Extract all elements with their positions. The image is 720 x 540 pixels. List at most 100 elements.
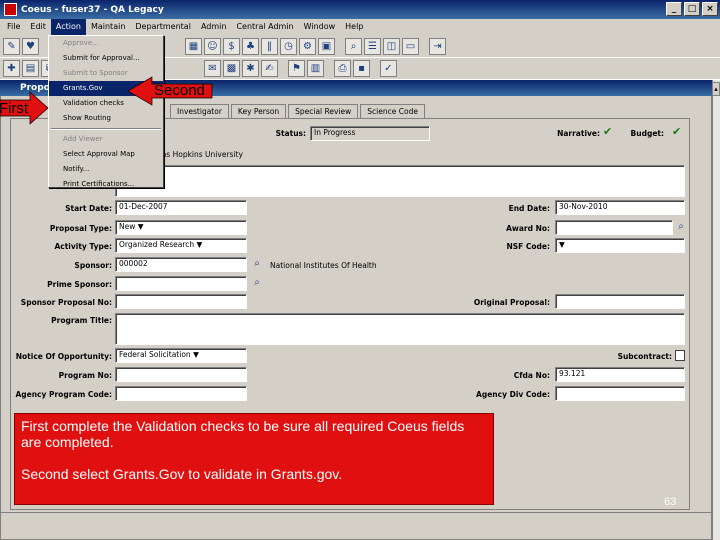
- scroll-up-icon[interactable]: ▴: [712, 82, 720, 96]
- menu-file[interactable]: File: [2, 19, 25, 35]
- activity-type-value: Organized Research: [119, 240, 195, 249]
- menu-item-approve[interactable]: Approve...: [49, 36, 163, 51]
- dollar-icon[interactable]: $: [223, 38, 240, 55]
- original-proposal-label: Original Proposal:: [473, 298, 550, 307]
- menu-edit[interactable]: Edit: [25, 19, 51, 35]
- second-label: Second: [154, 82, 205, 99]
- menu-item-notify[interactable]: Notify...: [49, 162, 163, 177]
- menu-help[interactable]: Help: [340, 19, 368, 35]
- menu-item-add-viewer[interactable]: Add Viewer: [49, 132, 163, 147]
- tab-key-person[interactable]: Key Person: [230, 104, 287, 118]
- save-icon[interactable]: ▪: [353, 60, 370, 77]
- narrative-label: Narrative:: [557, 129, 600, 138]
- settings-icon[interactable]: ⚙: [299, 38, 316, 55]
- program-no-field[interactable]: [115, 367, 247, 382]
- cfda-no-label: Cfda No:: [513, 371, 550, 380]
- note-icon[interactable]: ✍: [261, 60, 278, 77]
- menu-bar: File Edit Action Maintain Departmental A…: [0, 19, 720, 35]
- org-icon[interactable]: ♣: [242, 38, 259, 55]
- slide-page-number: 63: [664, 496, 677, 508]
- nsf-code-select[interactable]: ▼: [555, 238, 685, 253]
- nsf-code-label: NSF Code:: [506, 242, 550, 251]
- search-icon[interactable]: ⌕: [674, 220, 688, 234]
- agency-program-code-label: Agency Program Code:: [15, 390, 112, 399]
- menu-item-select-approval-map[interactable]: Select Approval Map: [49, 147, 163, 162]
- subcontract-checkbox[interactable]: [675, 350, 685, 361]
- notice-of-opportunity-select[interactable]: Federal Solicitation ▼: [115, 348, 247, 363]
- sponsor-name: National Institutes Of Health: [270, 261, 377, 270]
- menu-departmental[interactable]: Departmental: [130, 19, 196, 35]
- chevron-down-icon[interactable]: ▼: [559, 240, 565, 249]
- status-bar: [0, 512, 712, 528]
- status-label: Status:: [275, 129, 306, 138]
- end-date-field[interactable]: 30-Nov-2010: [555, 200, 685, 215]
- start-date-field[interactable]: 01-Dec-2007: [115, 200, 247, 215]
- menu-window[interactable]: Window: [299, 19, 341, 35]
- status-field: In Progress: [310, 126, 430, 141]
- activity-type-select[interactable]: Organized Research ▼: [115, 238, 247, 253]
- prime-sponsor-field[interactable]: [115, 276, 247, 291]
- agency-div-code-label: Agency Div Code:: [476, 390, 550, 399]
- search-icon[interactable]: ⌕: [250, 257, 264, 271]
- instruction-callout: First complete the Validation checks to …: [14, 413, 494, 505]
- columns-icon[interactable]: ‖: [261, 38, 278, 55]
- edit-icon[interactable]: ✎: [3, 38, 20, 55]
- tab-special-review[interactable]: Special Review: [288, 104, 359, 118]
- clock-icon[interactable]: ◷: [280, 38, 297, 55]
- print-icon[interactable]: ⎙: [334, 60, 351, 77]
- monitor-icon[interactable]: ▣: [318, 38, 335, 55]
- tab-science-code[interactable]: Science Code: [360, 104, 425, 118]
- chevron-down-icon[interactable]: ▼: [193, 350, 199, 359]
- menu-central-admin[interactable]: Central Admin: [231, 19, 298, 35]
- cfda-no-field[interactable]: 93.121: [555, 367, 685, 382]
- vertical-scrollbar[interactable]: [712, 80, 720, 540]
- sponsor-code-field[interactable]: 000002: [115, 257, 247, 272]
- agency-program-code-field[interactable]: [115, 386, 247, 401]
- sponsor-label: Sponsor:: [74, 261, 112, 270]
- menu-action[interactable]: Action: [50, 19, 86, 35]
- doc-icon[interactable]: ▥: [307, 60, 324, 77]
- star-icon[interactable]: ✱: [242, 60, 259, 77]
- close-button[interactable]: ×: [702, 2, 718, 16]
- coeus-app-icon: [4, 3, 17, 16]
- window-icon[interactable]: ▭: [402, 38, 419, 55]
- chevron-down-icon[interactable]: ▼: [138, 222, 144, 231]
- heart-icon[interactable]: ♥: [22, 38, 39, 55]
- first-label: First: [0, 100, 28, 117]
- chevron-down-icon[interactable]: ▼: [197, 240, 203, 249]
- menu-item-print-certifications[interactable]: Print Certifications...: [49, 177, 163, 192]
- menu-maintain[interactable]: Maintain: [86, 19, 130, 35]
- notice-of-opportunity-value: Federal Solicitation: [119, 350, 191, 359]
- maximize-button[interactable]: □: [684, 2, 700, 16]
- annotation-arrows: [0, 76, 213, 125]
- start-date-label: Start Date:: [65, 204, 112, 213]
- narrative-check-icon: ✔: [603, 125, 613, 138]
- sponsor-proposal-field[interactable]: [115, 294, 247, 309]
- exit-icon[interactable]: ⇥: [429, 38, 446, 55]
- flag-icon[interactable]: ⚑: [288, 60, 305, 77]
- menu-item-submit-for-approval[interactable]: Submit for Approval...: [49, 51, 163, 66]
- list-icon[interactable]: ☰: [364, 38, 381, 55]
- search-icon[interactable]: ⌕: [250, 276, 264, 290]
- original-proposal-field[interactable]: [555, 294, 685, 309]
- proposal-type-select[interactable]: New ▼: [115, 220, 247, 235]
- menu-admin[interactable]: Admin: [196, 19, 232, 35]
- program-title-field[interactable]: [115, 313, 685, 345]
- callout-step-two: Second select Grants.Gov to validate in …: [21, 466, 343, 482]
- split-icon[interactable]: ◫: [383, 38, 400, 55]
- callout-step-one: First complete the Validation checks to …: [21, 418, 465, 450]
- search-doc-icon[interactable]: ⌕: [345, 38, 362, 55]
- people-icon[interactable]: ☺: [204, 38, 221, 55]
- agency-div-code-field[interactable]: [555, 386, 685, 401]
- minimize-button[interactable]: _: [666, 2, 682, 16]
- proposal-title-field[interactable]: [115, 165, 685, 197]
- end-date-label: End Date:: [508, 204, 550, 213]
- grid-icon[interactable]: ▦: [185, 38, 202, 55]
- checklist-icon[interactable]: ✓: [380, 60, 397, 77]
- activity-type-label: Activity Type:: [54, 242, 112, 251]
- budget-label: Budget:: [630, 129, 664, 138]
- budget-check-icon: ✔: [672, 125, 682, 138]
- award-no-field[interactable]: [555, 220, 673, 235]
- award-no-label: Award No:: [506, 224, 550, 233]
- program-no-label: Program No:: [58, 371, 112, 380]
